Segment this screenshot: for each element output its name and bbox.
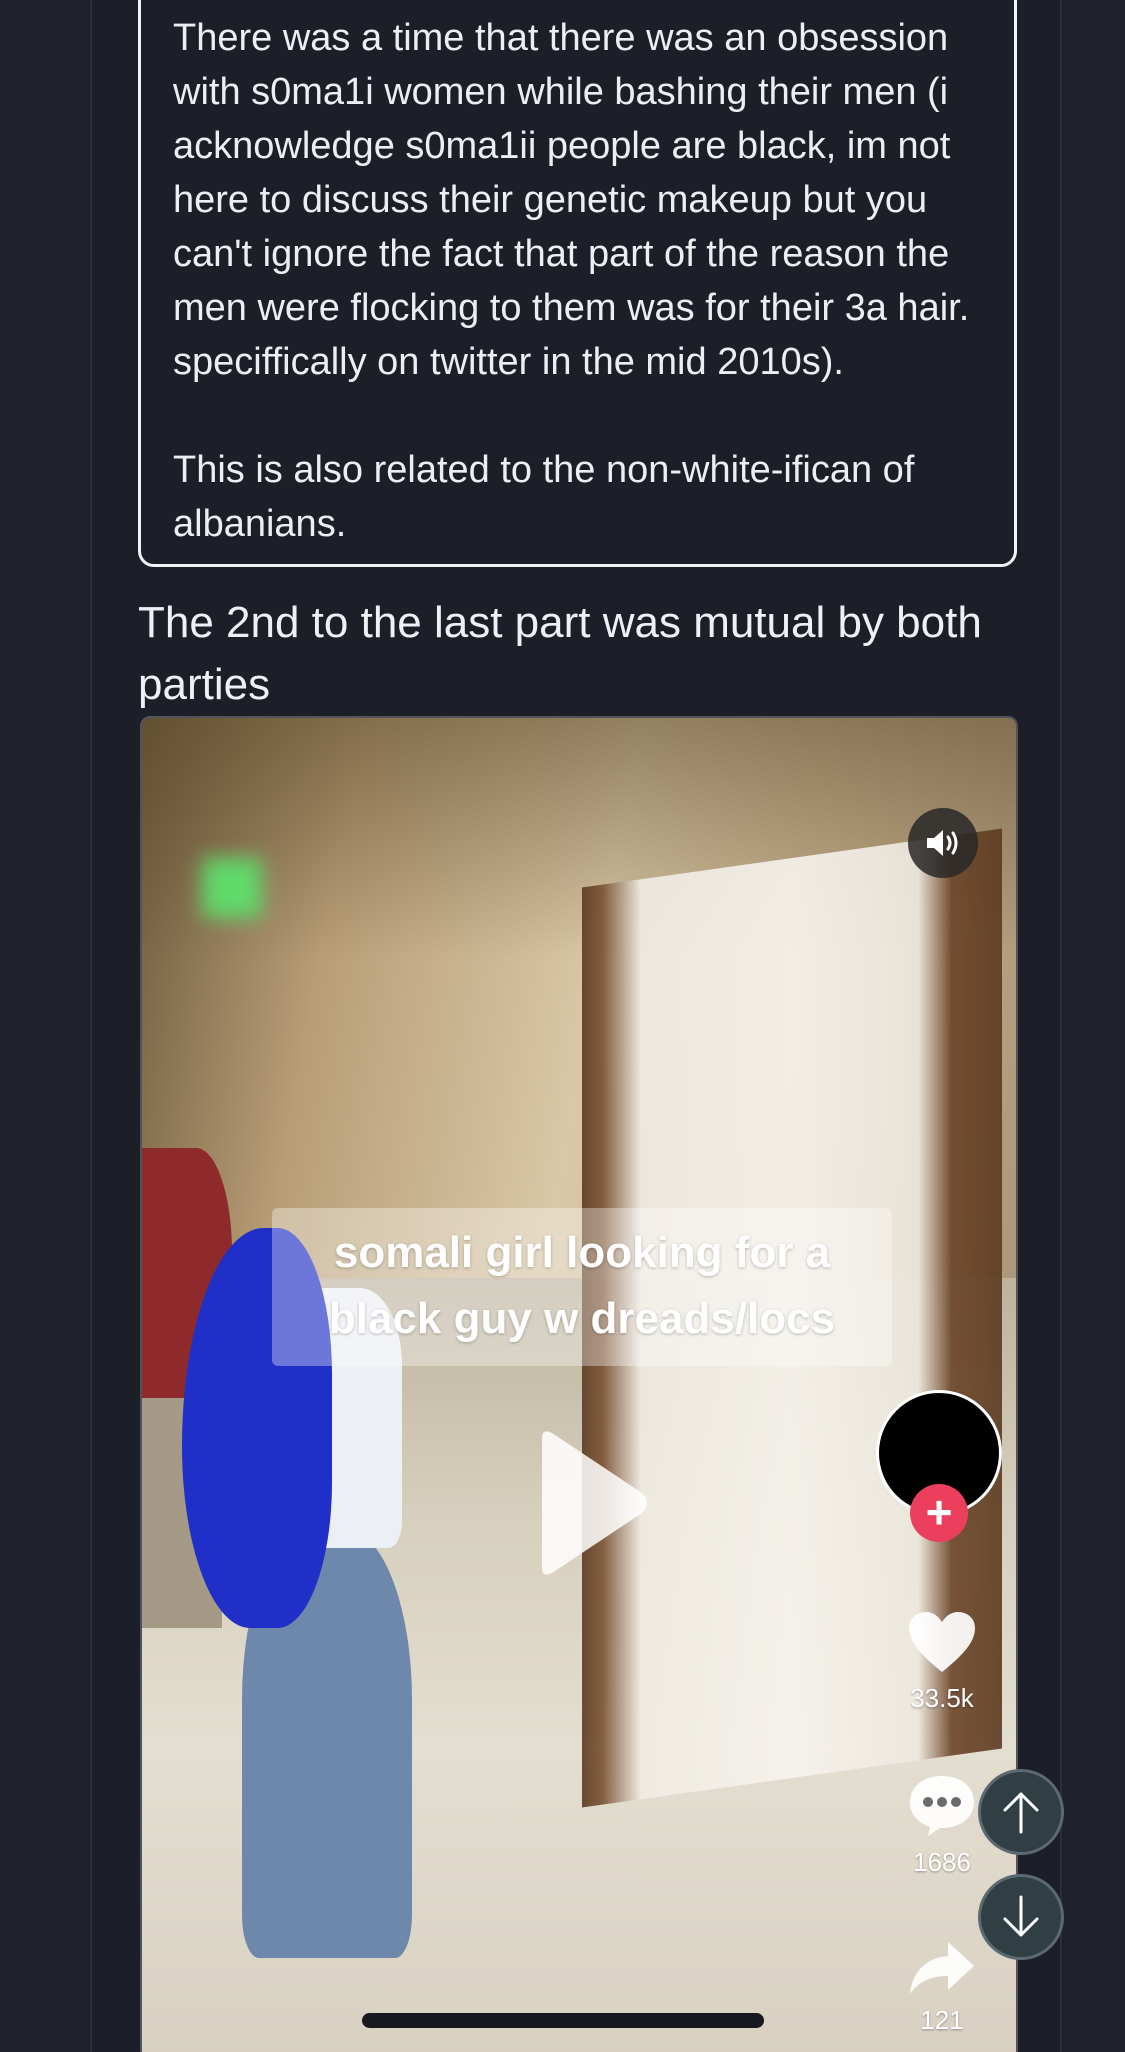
share-action[interactable]: 121 <box>892 1940 992 2036</box>
share-icon <box>910 1942 974 1994</box>
follow-button[interactable]: + <box>910 1484 968 1542</box>
quote-box: There was a time that there was an obses… <box>138 0 1017 567</box>
quote-text: There was a time that there was an obses… <box>173 11 1003 551</box>
scroll-down-button[interactable] <box>978 1874 1064 1960</box>
post-caption: The 2nd to the last part was mutual by b… <box>138 598 982 709</box>
sound-icon <box>927 830 958 856</box>
like-action[interactable]: 33.5k <box>892 1610 992 1714</box>
comment-action[interactable]: 1686 <box>892 1772 992 1878</box>
comment-count: 1686 <box>913 1847 971 1877</box>
video-exit-light <box>202 858 262 918</box>
quote-paragraph-2: This is also related to the non-white-if… <box>173 449 915 545</box>
scroll-up-button[interactable] <box>978 1769 1064 1855</box>
home-indicator[interactable] <box>362 2013 764 2028</box>
comment-icon <box>910 1776 974 1836</box>
overlay-line-1: somali girl looking for a <box>333 1228 831 1277</box>
quote-paragraph-1: There was a time that there was an obses… <box>173 17 970 383</box>
arrow-down-icon <box>1003 1895 1039 1937</box>
like-count: 33.5k <box>910 1683 974 1713</box>
share-count: 121 <box>920 2005 964 2035</box>
arrow-up-icon <box>1003 1792 1039 1834</box>
play-icon[interactable] <box>522 1428 652 1578</box>
video-overlay-text: somali girl looking for a black guy w dr… <box>272 1208 892 1366</box>
sound-button[interactable] <box>908 808 978 878</box>
heart-icon <box>909 1612 975 1672</box>
embedded-video[interactable]: somali girl looking for a black guy w dr… <box>140 716 1018 2052</box>
overlay-line-2: black guy w dreads/locs <box>328 1294 836 1343</box>
